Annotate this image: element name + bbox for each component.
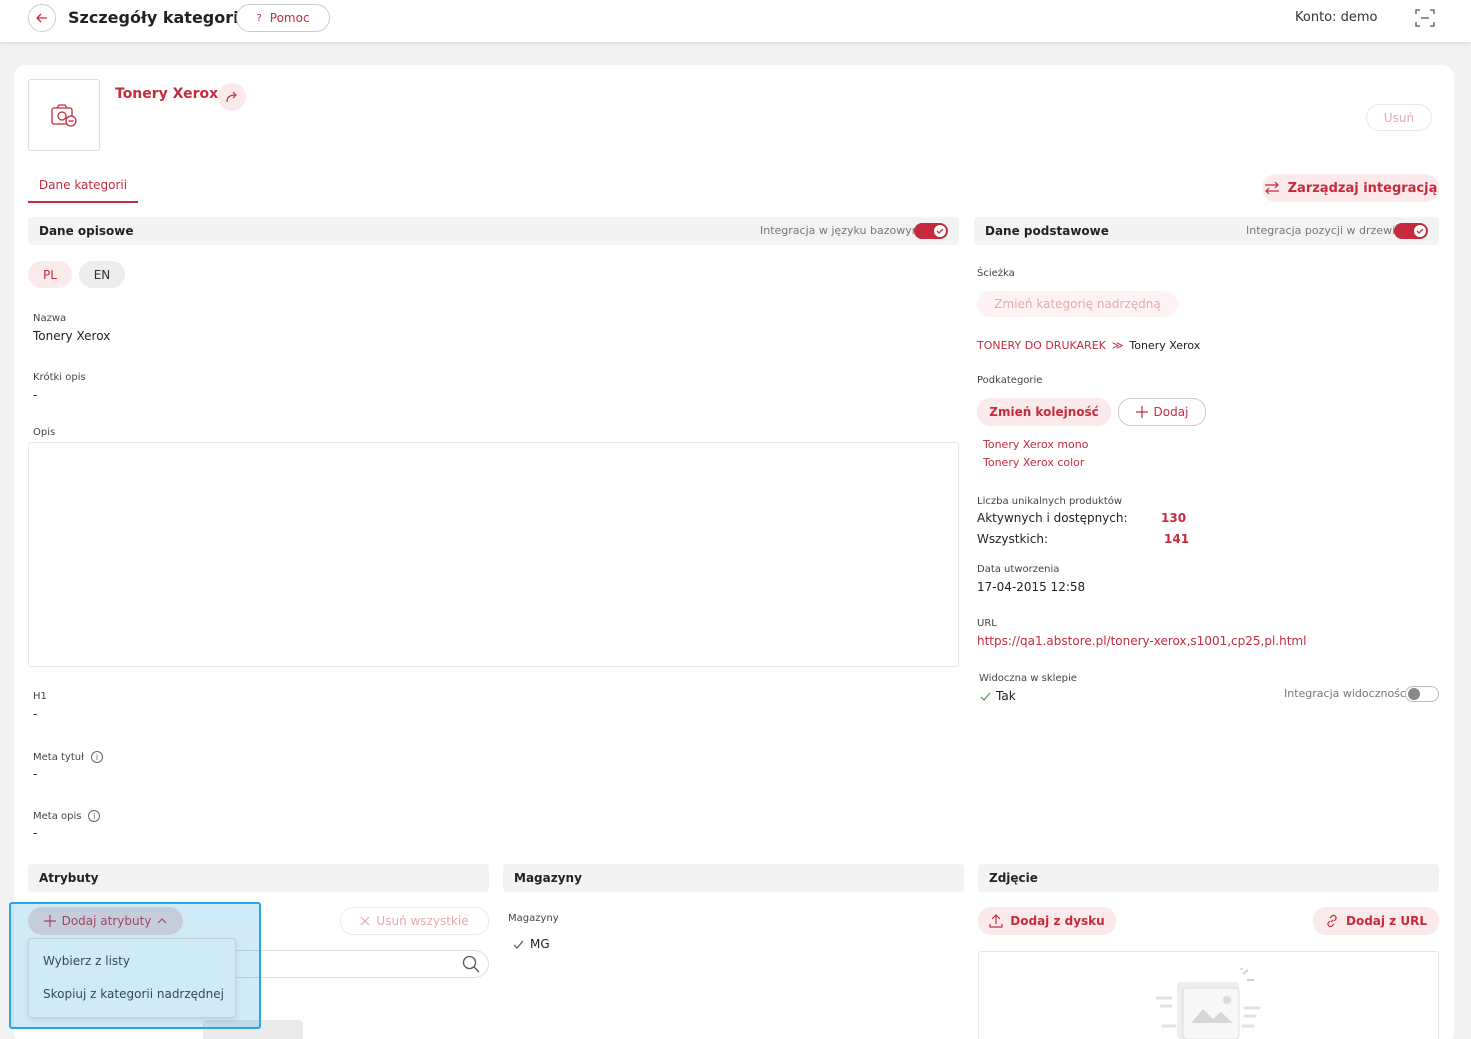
warehouse-item: MG [513,937,550,951]
attribute-search-input[interactable] [236,950,489,978]
breadcrumb-parent-link[interactable]: TONERY DO DRUKAREK [977,339,1106,352]
manage-integration-label: Zarządzaj integracją [1287,180,1438,196]
manage-integration-button[interactable]: Zarządzaj integracją [1262,174,1439,202]
path-label: Ścieżka [977,268,1015,279]
close-icon [360,916,370,926]
photo-section-header: Zdjęcie [978,864,1439,892]
remove-all-attributes-button[interactable]: Usuń wszystkie [340,907,489,935]
search-icon[interactable] [462,955,480,973]
category-thumbnail [28,79,100,151]
description-editor[interactable] [28,442,959,667]
url-link[interactable]: https://qa1.abstore.pl/tonery-xerox,s100… [977,634,1306,648]
warehouse-name: MG [530,937,550,951]
change-parent-button[interactable]: Zmień kategorię nadrzędną [977,291,1178,317]
help-label: Pomoc [269,11,310,25]
lang-pl-button[interactable]: PL [28,261,72,288]
tree-position-toggle-label: Integracja pozycji w drzewie [1246,224,1402,237]
subcategory-link[interactable]: Tonery Xerox color [983,456,1084,469]
add-from-url-label: Dodaj z URL [1346,914,1427,928]
meta-title-value: - [33,767,38,781]
subcategories-label: Podkategorie [977,375,1043,386]
tree-position-toggle[interactable] [1394,223,1428,239]
meta-desc-label: Meta opis [33,810,82,822]
toggle-knob [934,225,946,237]
subcategory-link[interactable]: Tonery Xerox mono [983,438,1088,451]
change-order-button[interactable]: Zmień kolejność [977,398,1111,426]
short-desc-label: Krótki opis [33,372,86,383]
link-icon [1327,914,1337,928]
all-products-value[interactable]: 141 [1164,532,1189,546]
toggle-knob [1414,225,1426,237]
visible-label: Widoczna w sklepie [979,673,1077,684]
breadcrumb-separator-icon: ≫ [1111,339,1124,352]
check-icon [513,940,524,949]
help-button[interactable]: ? Pomoc [236,4,330,32]
descriptive-section-title: Dane opisowe [39,224,134,238]
add-from-url-button[interactable]: Dodaj z URL [1313,907,1439,935]
lang-en-button[interactable]: EN [79,261,125,288]
attributes-section-header: Atrybuty [28,864,489,892]
base-language-toggle-label: Integracja w języku bazowym [760,224,923,237]
info-icon[interactable]: i [88,810,101,822]
back-button[interactable] [28,4,56,32]
active-products-value[interactable]: 130 [1161,511,1186,525]
arrow-left-icon [36,13,47,23]
add-from-disk-button[interactable]: Dodaj z dysku [978,907,1116,935]
warehouses-label: Magazyny [508,913,559,924]
remove-all-label: Usuń wszystkie [376,914,469,928]
tab-category-data[interactable]: Dane kategorii [28,170,138,203]
check-icon [936,228,944,234]
created-label: Data utworzenia [977,564,1060,575]
add-subcategory-label: Dodaj [1153,405,1189,419]
all-products-label: Wszystkich: [977,532,1049,546]
h1-value: - [33,707,38,721]
fullscreen-icon[interactable] [1415,9,1435,27]
toggle-knob [1408,688,1420,700]
add-subcategory-button[interactable]: Dodaj [1118,398,1206,426]
delete-button[interactable]: Usuń [1366,104,1432,131]
upload-icon [989,914,1003,928]
selection-highlight [9,902,261,1029]
basic-section-title: Dane podstawowe [985,224,1109,238]
name-value: Tonery Xerox [33,329,111,343]
meta-title-label: Meta tytuł [33,751,84,763]
swap-arrows-icon [1264,182,1279,194]
check-icon [980,692,991,701]
description-label: Opis [33,427,56,438]
camera-remove-icon [51,104,77,127]
name-label: Nazwa [33,313,67,324]
warehouses-section-header: Magazyny [503,864,964,892]
base-language-toggle[interactable] [914,223,948,239]
plus-icon [1135,406,1148,418]
created-value: 17-04-2015 12:58 [977,580,1086,594]
image-placeholder-icon [1155,968,1261,1039]
add-from-disk-label: Dodaj z dysku [1010,914,1105,928]
question-icon: ? [256,12,262,24]
share-arrow-icon [226,91,237,103]
visibility-toggle-label: Integracja widoczności [1284,687,1410,700]
visible-value: Tak [996,689,1016,703]
url-label: URL [977,618,997,629]
meta-desc-value: - [33,826,38,840]
unique-products-label: Liczba unikalnych produktów [977,496,1123,507]
meta-title-label-row: Meta tytuł i [33,751,103,763]
check-icon [1416,228,1424,234]
h1-label: H1 [33,691,47,702]
share-button[interactable] [218,83,246,111]
page-title: Szczegóły kategorii [68,8,245,27]
visibility-toggle[interactable] [1405,686,1439,702]
breadcrumb-current: Tonery Xerox [1129,339,1201,352]
category-name: Tonery Xerox [115,86,219,102]
breadcrumb: TONERY DO DRUKAREK ≫ Tonery Xerox [977,339,1200,352]
info-icon[interactable]: i [90,751,103,763]
short-desc-value: - [33,388,38,402]
attributes-section-title: Atrybuty [39,871,99,885]
active-products-label: Aktywnych i dostępnych: [977,511,1128,525]
account-label: Konto: demo [1295,10,1378,25]
meta-desc-label-row: Meta opis i [33,810,101,822]
warehouses-section-title: Magazyny [514,871,582,885]
visible-value-row: Tak [980,689,1016,703]
photo-section-title: Zdjęcie [989,871,1038,885]
